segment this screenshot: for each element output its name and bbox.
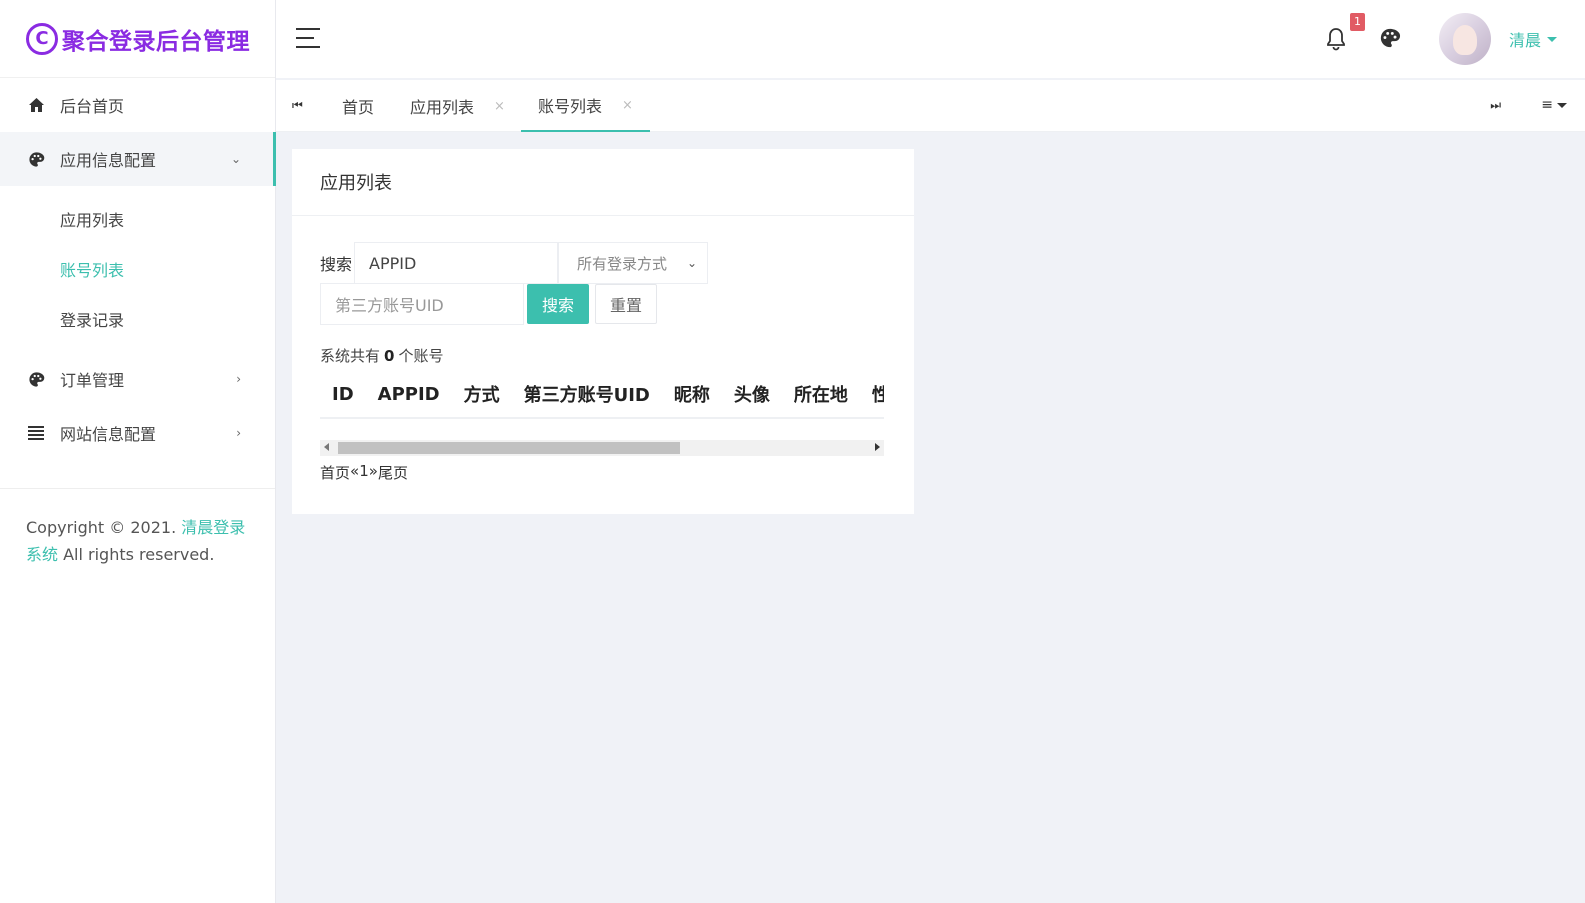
reset-button[interactable]: 重置 <box>595 284 658 324</box>
scroll-right-arrow-icon[interactable] <box>875 443 880 451</box>
column-header: 所在地 <box>793 385 848 406</box>
summary-count: 0 <box>384 347 395 365</box>
sidebar-item-label: 应用信息配置 <box>60 151 157 170</box>
brand-title: 聚合登录后台管理 <box>62 28 250 55</box>
account-count-summary: 系统共有 0 个账号 <box>320 345 443 366</box>
account-list-card: 应用列表 搜索 APPID 所有登录方式 ⌄ 第三方账号UID 搜索 重置 系统… <box>292 149 914 514</box>
tab-bar: ⏮ 首页 应用列表 × 账号列表 × ⏭ ≡ <box>276 80 1585 132</box>
search-label: 搜索 <box>320 255 353 274</box>
search-form-row-1: 搜索 APPID 所有登录方式 ⌄ <box>320 242 709 284</box>
tab-label: 应用列表 <box>410 98 475 117</box>
theme-palette-icon[interactable] <box>1379 27 1403 51</box>
column-header: 昵称 <box>673 385 710 406</box>
search-button[interactable]: 搜索 <box>527 284 590 324</box>
sidebar-item-label: 网站信息配置 <box>60 425 157 444</box>
menu-toggle-icon[interactable] <box>296 28 320 48</box>
sidebar-nav: 后台首页 应用信息配置 ⌄ 应用列表 账号列表 登录记录 订单管理 › 网站信息… <box>0 78 276 460</box>
copyright: Copyright © 2021. 清晨登录系统 All rights rese… <box>26 514 246 568</box>
copyright-suffix: All rights reserved. <box>58 545 215 564</box>
tab-close-icon[interactable]: × <box>622 98 633 113</box>
pager-page-1[interactable]: 1 <box>359 462 369 483</box>
notification-badge: 1 <box>1349 13 1365 31</box>
brand-logo[interactable]: C 聚合登录后台管理 <box>0 0 275 78</box>
sidebar: C 聚合登录后台管理 后台首页 应用信息配置 ⌄ 应用列表 账号列表 登录记录 … <box>0 0 276 903</box>
pager-next[interactable]: » <box>369 462 378 483</box>
tab-home[interactable]: 首页 <box>342 80 374 132</box>
chevron-down-icon: ⌄ <box>230 152 241 166</box>
chevron-right-icon: › <box>236 372 241 386</box>
header-actions: 1 清晨 <box>1325 0 1585 78</box>
sidebar-item-app-list[interactable]: 应用列表 <box>0 194 275 244</box>
pagination: 首页 « 1 » 尾页 <box>320 462 408 483</box>
scroll-left-arrow-icon[interactable] <box>324 443 329 451</box>
login-method-selected: 所有登录方式 <box>577 254 668 273</box>
tab-app-list[interactable]: 应用列表 × <box>410 80 505 132</box>
column-header: ID <box>332 383 354 405</box>
avatar[interactable] <box>1438 13 1491 65</box>
chevron-down-icon: ⌄ <box>687 256 698 270</box>
sidebar-item-label: 订单管理 <box>60 371 125 390</box>
summary-suffix: 个账号 <box>398 347 444 365</box>
search-form-row-2: 第三方账号UID 搜索 重置 <box>320 283 658 325</box>
accounts-table: ID APPID 方式 第三方账号UID 昵称 头像 所在地 性 <box>320 371 884 419</box>
login-method-select[interactable]: 所有登录方式 ⌄ <box>558 242 709 284</box>
sidebar-item-login-records[interactable]: 登录记录 <box>0 294 275 344</box>
column-header: APPID <box>377 383 440 405</box>
tab-label: 账号列表 <box>538 97 603 116</box>
pager-prev[interactable]: « <box>350 462 359 483</box>
scrollbar-thumb[interactable] <box>338 442 680 454</box>
top-header: 1 清晨 <box>276 0 1585 78</box>
list-icon <box>26 425 46 441</box>
column-header: 方式 <box>463 385 500 406</box>
column-header: 第三方账号UID <box>523 385 650 406</box>
tab-close-icon[interactable]: × <box>494 99 505 114</box>
logo-icon: C <box>26 22 58 55</box>
sidebar-divider <box>0 488 275 489</box>
sidebar-item-app-config[interactable]: 应用信息配置 ⌄ <box>0 132 276 186</box>
tab-label: 首页 <box>342 98 375 117</box>
username-dropdown[interactable]: 清晨 <box>1509 27 1541 51</box>
tab-scroll-right-icon[interactable]: ⏭ <box>1490 98 1501 113</box>
column-header: 性 <box>871 385 884 406</box>
tab-scroll-left-icon[interactable]: ⏮ <box>292 98 303 113</box>
appid-input[interactable]: APPID <box>354 242 559 284</box>
pager-last[interactable]: 尾页 <box>378 462 408 483</box>
table-horizontal-scrollbar[interactable] <box>320 440 884 456</box>
sidebar-item-site-config[interactable]: 网站信息配置 › <box>0 406 275 460</box>
tab-options-menu-icon[interactable]: ≡ <box>1541 97 1567 113</box>
table-header: ID APPID 方式 第三方账号UID 昵称 头像 所在地 性 <box>320 371 884 419</box>
card-title: 应用列表 <box>292 149 914 216</box>
home-icon <box>26 97 46 113</box>
sidebar-item-orders[interactable]: 订单管理 › <box>0 352 275 406</box>
sidebar-item-account-list[interactable]: 账号列表 <box>0 244 275 294</box>
column-header: 头像 <box>733 385 770 406</box>
sidebar-item-label: 后台首页 <box>60 97 125 116</box>
summary-prefix: 系统共有 <box>320 347 381 365</box>
chevron-right-icon: › <box>236 426 241 440</box>
caret-down-icon[interactable] <box>1547 36 1557 42</box>
sidebar-item-dashboard[interactable]: 后台首页 <box>0 78 275 132</box>
tab-account-list[interactable]: 账号列表 × <box>521 80 650 132</box>
notification-bell-icon[interactable]: 1 <box>1325 13 1365 51</box>
pager-first[interactable]: 首页 <box>320 462 350 483</box>
uid-input[interactable]: 第三方账号UID <box>320 283 524 325</box>
submenu-app-config: 应用列表 账号列表 登录记录 <box>0 186 275 352</box>
palette-icon <box>26 371 46 388</box>
copyright-prefix: Copyright © 2021. <box>26 518 182 537</box>
palette-icon <box>26 151 46 168</box>
